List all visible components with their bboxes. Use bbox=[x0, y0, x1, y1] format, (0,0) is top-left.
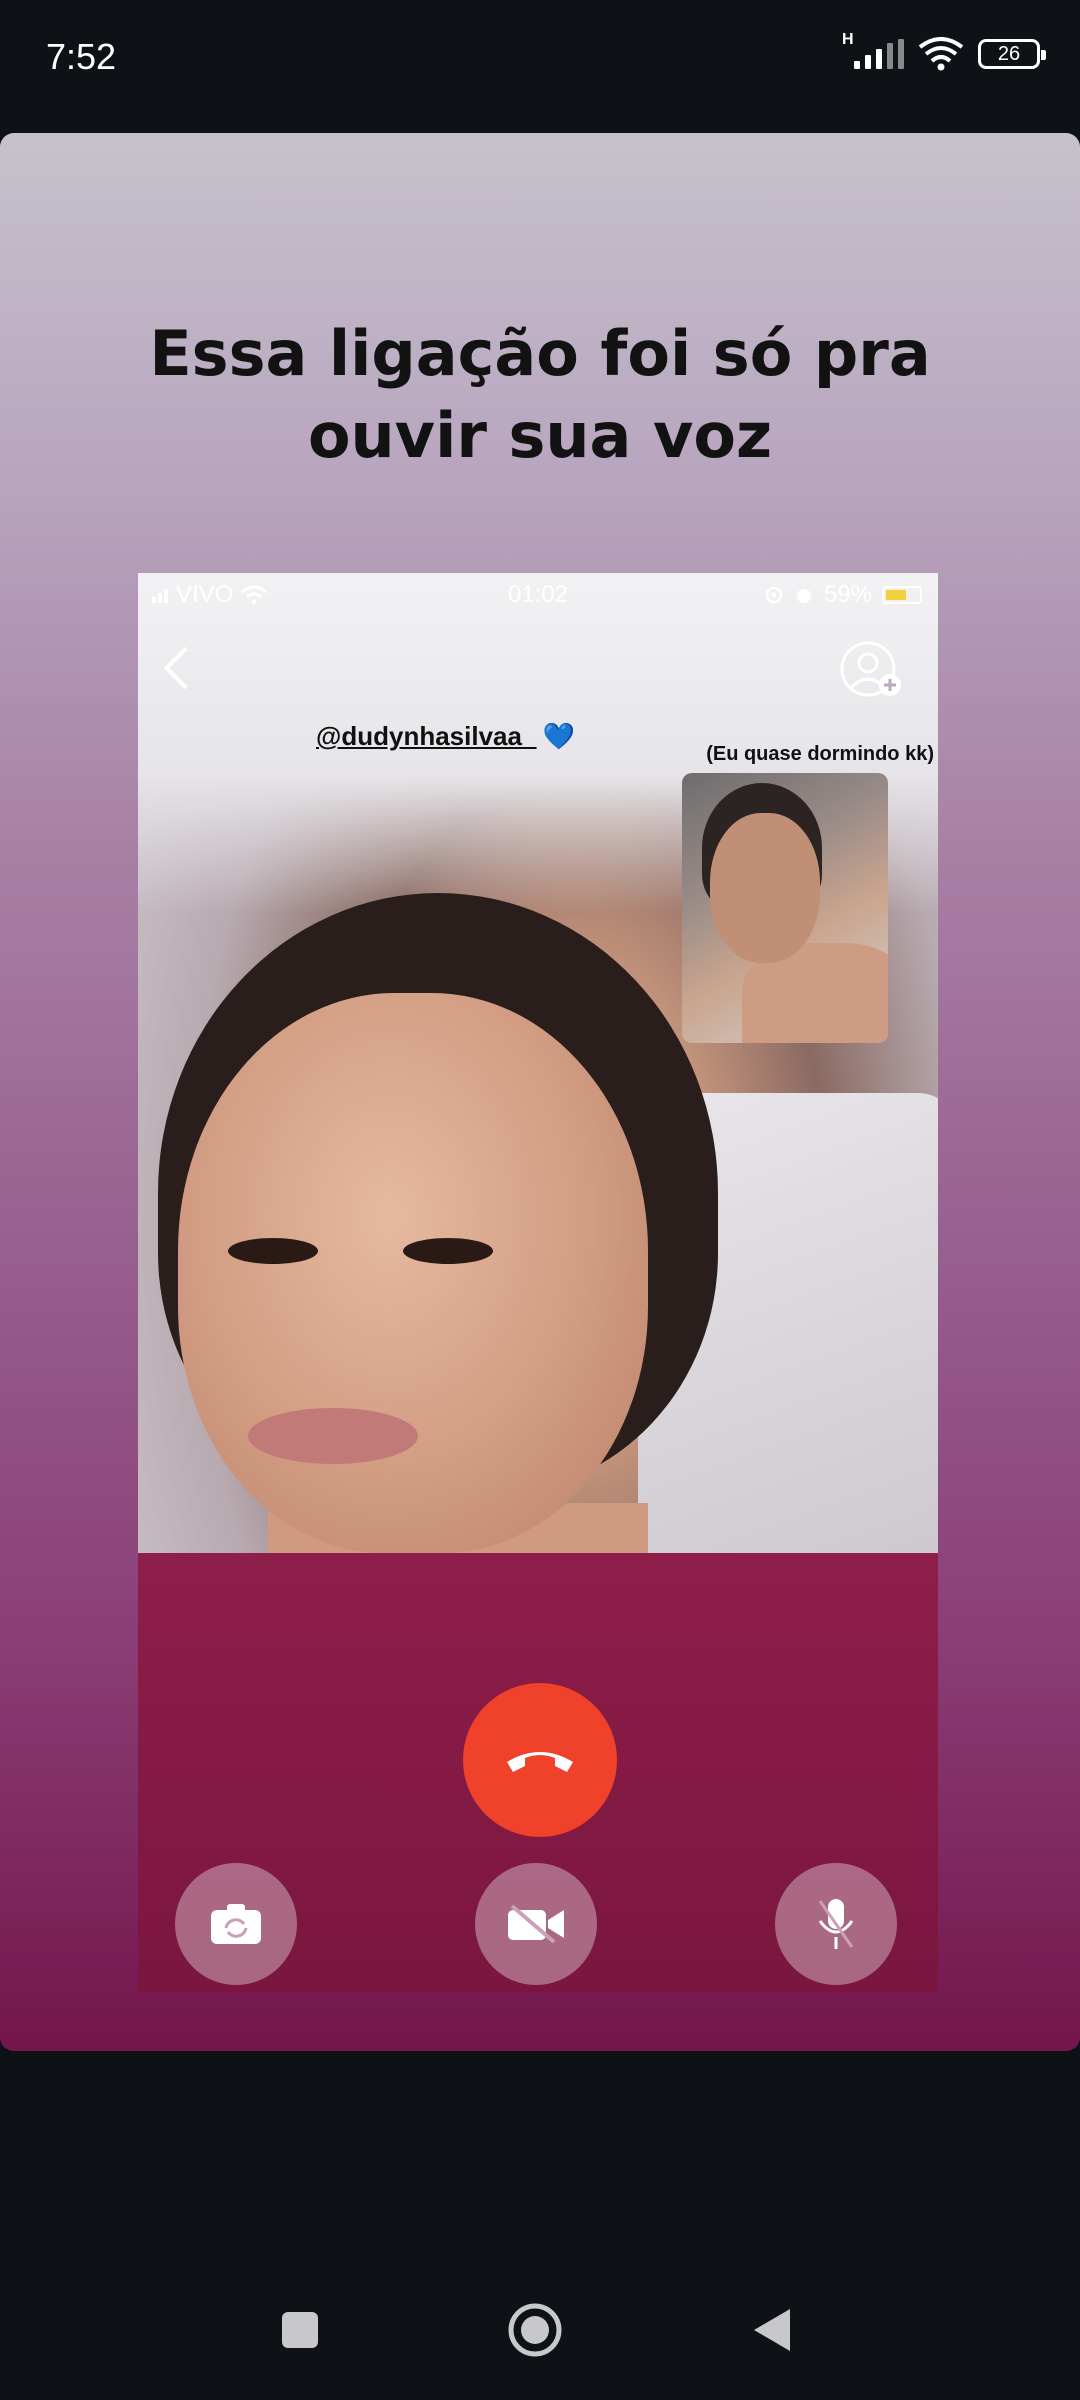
caller-lips bbox=[248, 1408, 418, 1464]
status-icons: H 26 bbox=[842, 31, 1046, 74]
switch-camera-button bbox=[175, 1863, 297, 1985]
caption-line-1: Essa ligação foi só pra bbox=[149, 317, 931, 390]
caller-face bbox=[178, 993, 648, 1553]
add-person-icon bbox=[840, 641, 901, 697]
location-icon bbox=[765, 586, 783, 604]
signal-icon: H bbox=[842, 31, 904, 69]
battery-icon: 26 bbox=[978, 39, 1046, 69]
network-type: H bbox=[842, 31, 854, 48]
video-off-icon bbox=[508, 1904, 564, 1944]
status-time: 7:52 bbox=[46, 36, 117, 77]
switch-camera-icon bbox=[211, 1904, 261, 1944]
battery-level: 26 bbox=[997, 42, 1021, 65]
alarm-icon bbox=[796, 589, 811, 603]
story-card[interactable]: Essa ligação foi só pra ouvir sua voz VI… bbox=[0, 133, 1080, 2051]
hang-up-icon bbox=[507, 1752, 573, 1772]
recents-button[interactable] bbox=[270, 2300, 330, 2360]
mute-button bbox=[775, 1863, 897, 1985]
username-text: @dudynhasilvaa_ bbox=[316, 721, 537, 751]
end-call-button bbox=[463, 1683, 617, 1837]
caption-line-2: ouvir sua voz bbox=[307, 399, 773, 472]
wifi-icon bbox=[918, 37, 964, 71]
caller-eye-left bbox=[228, 1238, 318, 1264]
home-button[interactable] bbox=[505, 2300, 565, 2360]
caller-eye-right bbox=[403, 1238, 493, 1264]
call-status-bar: VIVO 01:02 59% bbox=[138, 573, 938, 617]
back-triangle-icon bbox=[754, 2309, 790, 2351]
pip-caption: (Eu quase dormindo kk) bbox=[706, 743, 934, 765]
status-bar: 7:52 H 26 bbox=[0, 0, 1080, 92]
square-icon bbox=[282, 2312, 318, 2348]
mute-mic-icon bbox=[818, 1899, 854, 1949]
self-view-thumbnail bbox=[682, 773, 888, 1043]
call-battery: 59% bbox=[823, 581, 872, 608]
story-caption: Essa ligação foi só pra ouvir sua voz bbox=[0, 313, 1080, 477]
back-button[interactable] bbox=[742, 2300, 802, 2360]
self-view-face bbox=[710, 813, 820, 963]
circle-icon bbox=[508, 2303, 562, 2357]
username-tag: @dudynhasilvaa_ 💙 bbox=[316, 721, 575, 752]
video-off-button bbox=[475, 1863, 597, 1985]
video-call-screenshot: VIVO 01:02 59% @dudynhasilvaa_ 💙 (Eu quas… bbox=[138, 573, 938, 1993]
blue-heart-emoji: 💙 bbox=[542, 721, 575, 751]
call-battery-icon bbox=[882, 586, 922, 604]
